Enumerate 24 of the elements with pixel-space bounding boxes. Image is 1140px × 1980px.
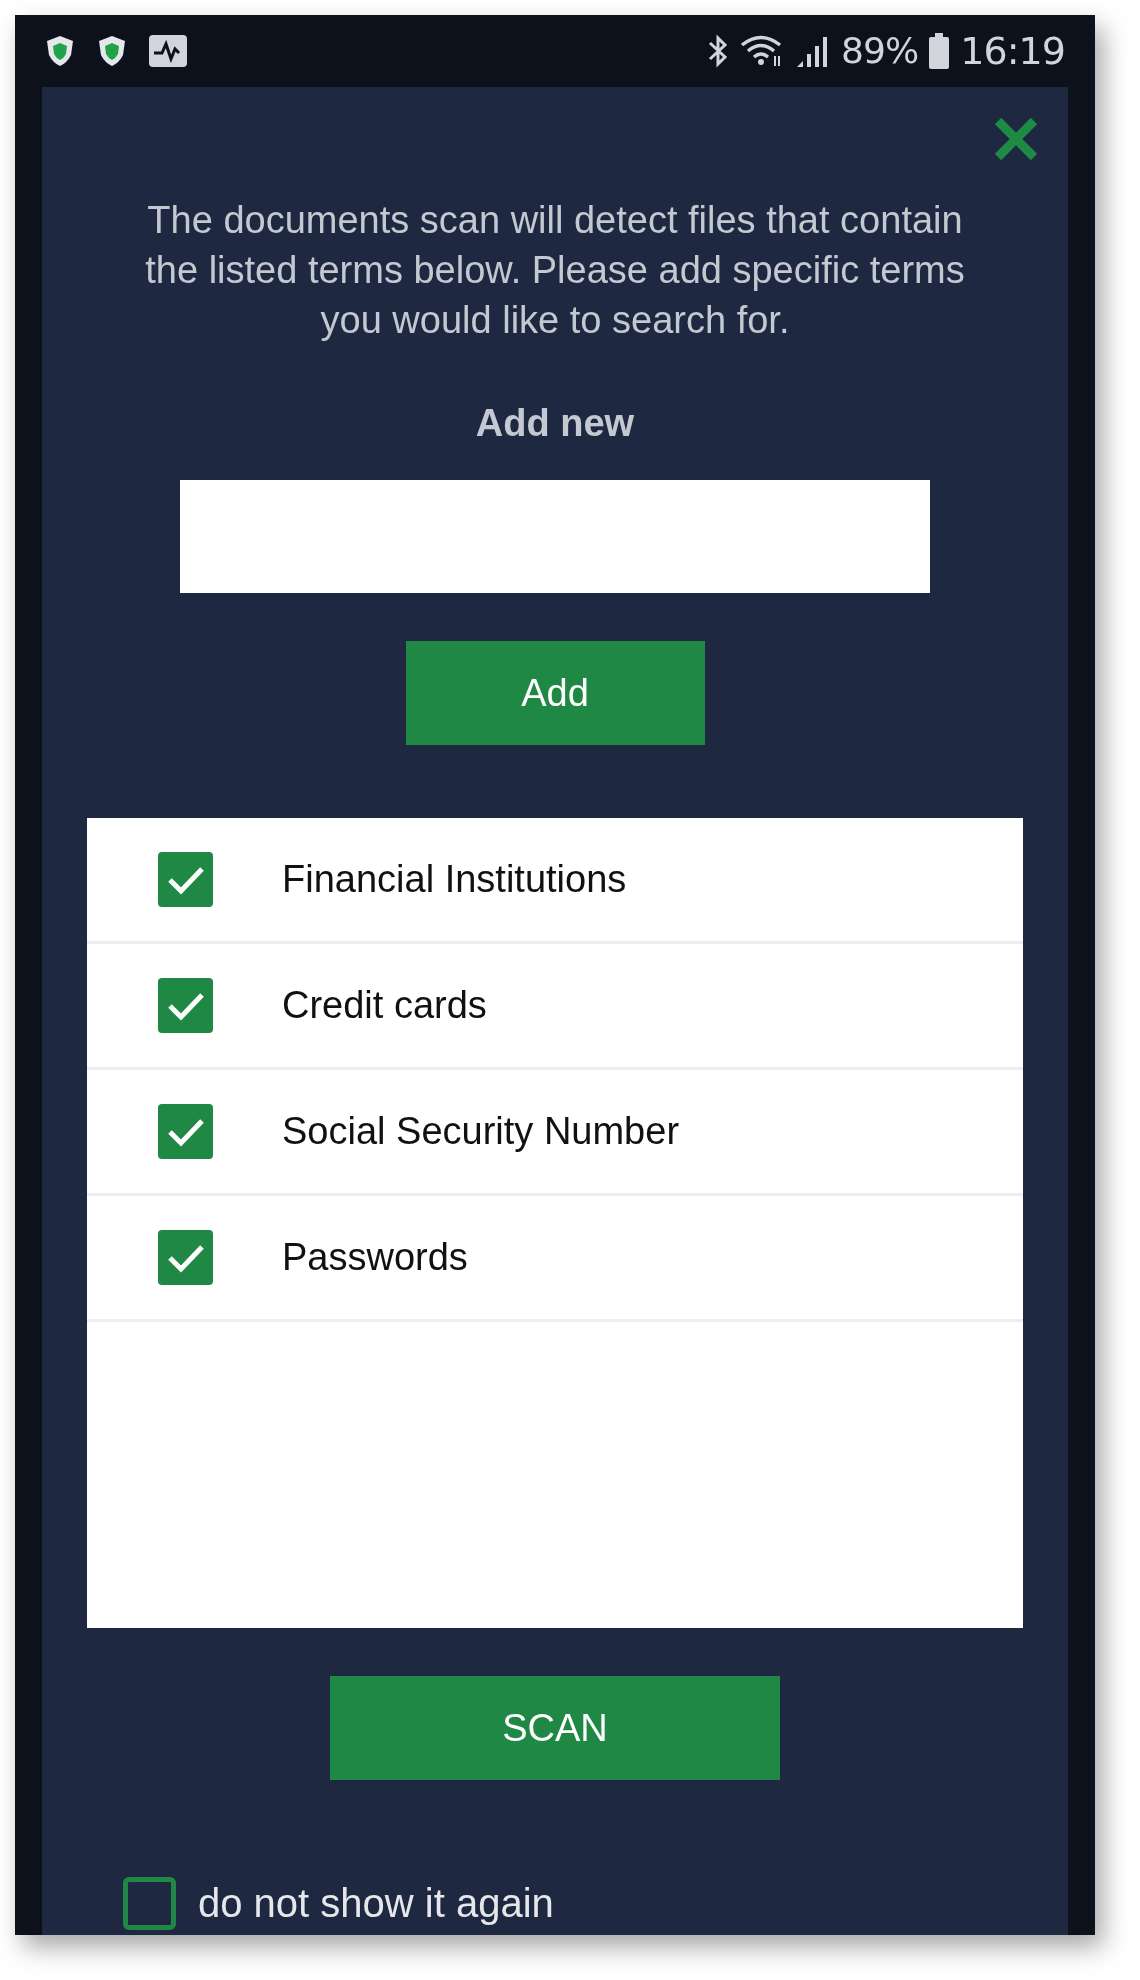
- add-new-label: Add new: [475, 401, 635, 446]
- bluetooth-icon: [706, 33, 729, 69]
- term-label: Passwords: [282, 1235, 468, 1280]
- checkbox[interactable]: [158, 852, 213, 907]
- term-label: Credit cards: [282, 983, 487, 1028]
- term-label: Financial Institutions: [282, 857, 627, 902]
- scan-button[interactable]: SCAN: [330, 1676, 780, 1780]
- add-button[interactable]: Add: [405, 641, 705, 745]
- instructions-text: The documents scan will detect files that contain the listed terms below. Please add specific terms you would like to search for.: [144, 198, 966, 343]
- do-not-show-label: do not show it again: [198, 1880, 554, 1927]
- clock: 16:19: [960, 27, 1065, 75]
- checkbox[interactable]: [158, 978, 213, 1033]
- shield-icon: [97, 35, 127, 67]
- close-button[interactable]: [992, 115, 1040, 163]
- term-label: Social Security Number: [282, 1109, 680, 1154]
- shield-icon: [45, 35, 75, 67]
- term-input-field[interactable]: [180, 480, 930, 593]
- battery-icon: [928, 33, 951, 69]
- activity-icon: [149, 35, 187, 67]
- close-icon: [993, 116, 1039, 162]
- checkbox[interactable]: [158, 1230, 213, 1285]
- checkbox[interactable]: [123, 1876, 176, 1930]
- checkbox[interactable]: [158, 1104, 213, 1159]
- battery-percent: 89%: [840, 29, 919, 73]
